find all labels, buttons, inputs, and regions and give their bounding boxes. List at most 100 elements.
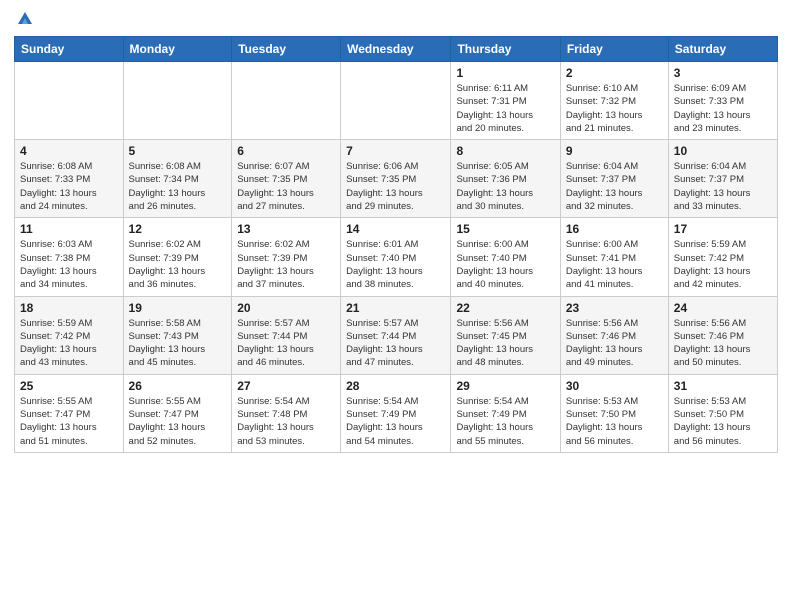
day-number: 22 <box>456 301 554 315</box>
calendar-week-5: 25Sunrise: 5:55 AMSunset: 7:47 PMDayligh… <box>15 374 778 452</box>
calendar-cell: 10Sunrise: 6:04 AMSunset: 7:37 PMDayligh… <box>668 140 777 218</box>
calendar-cell: 23Sunrise: 5:56 AMSunset: 7:46 PMDayligh… <box>560 296 668 374</box>
day-number: 5 <box>129 144 227 158</box>
day-number: 24 <box>674 301 772 315</box>
calendar-cell: 19 Sunrise: 5:58 AMSunset: 7:43 PMDayligh… <box>123 296 232 374</box>
day-info: Sunrise: 5:54 AMSunset: 7:49 PMDaylight:… <box>456 395 554 448</box>
day-number: 10 <box>674 144 772 158</box>
calendar-cell: 1 Sunrise: 6:11 AMSunset: 7:31 PMDaylight… <box>451 62 560 140</box>
calendar-cell: 16Sunrise: 6:00 AMSunset: 7:41 PMDayligh… <box>560 218 668 296</box>
day-number: 2 <box>566 66 663 80</box>
main-container: SundayMondayTuesdayWednesdayThursdayFrid… <box>0 0 792 461</box>
day-number: 19 <box>129 301 227 315</box>
day-info: Sunrise: 5:56 AMSunset: 7:46 PMDaylight:… <box>566 317 663 370</box>
calendar-cell: 12 Sunrise: 6:02 AMSunset: 7:39 PMDayligh… <box>123 218 232 296</box>
calendar-cell: 2 Sunrise: 6:10 AMSunset: 7:32 PMDaylight… <box>560 62 668 140</box>
day-number: 31 <box>674 379 772 393</box>
day-number: 21 <box>346 301 445 315</box>
day-number: 27 <box>237 379 335 393</box>
day-header-friday: Friday <box>560 37 668 62</box>
calendar-header: SundayMondayTuesdayWednesdayThursdayFrid… <box>15 37 778 62</box>
day-header-tuesday: Tuesday <box>232 37 341 62</box>
calendar-cell: 27 Sunrise: 5:54 AMSunset: 7:48 PMDayligh… <box>232 374 341 452</box>
day-info: Sunrise: 6:02 AMSunset: 7:39 PMDaylight:… <box>237 238 335 291</box>
day-info: Sunrise: 5:57 AMSunset: 7:44 PMDaylight:… <box>237 317 335 370</box>
day-number: 29 <box>456 379 554 393</box>
day-info: Sunrise: 5:54 AMSunset: 7:49 PMDaylight:… <box>346 395 445 448</box>
calendar-cell: 6 Sunrise: 6:07 AMSunset: 7:35 PMDaylight… <box>232 140 341 218</box>
day-info: Sunrise: 6:01 AMSunset: 7:40 PMDaylight:… <box>346 238 445 291</box>
calendar-cell: 31 Sunrise: 5:53 AMSunset: 7:50 PMDayligh… <box>668 374 777 452</box>
calendar-cell: 15Sunrise: 6:00 AMSunset: 7:40 PMDayligh… <box>451 218 560 296</box>
day-number: 7 <box>346 144 445 158</box>
day-info: Sunrise: 6:02 AMSunset: 7:39 PMDaylight:… <box>129 238 227 291</box>
day-info: Sunrise: 5:56 AMSunset: 7:45 PMDaylight:… <box>456 317 554 370</box>
day-info: Sunrise: 5:58 AMSunset: 7:43 PMDaylight:… <box>129 317 227 370</box>
day-info: Sunrise: 6:09 AMSunset: 7:33 PMDaylight:… <box>674 82 772 135</box>
calendar-cell: 26Sunrise: 5:55 AMSunset: 7:47 PMDayligh… <box>123 374 232 452</box>
day-header-thursday: Thursday <box>451 37 560 62</box>
day-info: Sunrise: 6:07 AMSunset: 7:35 PMDaylight:… <box>237 160 335 213</box>
calendar-cell: 17 Sunrise: 5:59 AMSunset: 7:42 PMDayligh… <box>668 218 777 296</box>
day-number: 15 <box>456 222 554 236</box>
calendar-table: SundayMondayTuesdayWednesdayThursdayFrid… <box>14 36 778 453</box>
calendar-cell: 3 Sunrise: 6:09 AMSunset: 7:33 PMDaylight… <box>668 62 777 140</box>
day-info: Sunrise: 6:10 AMSunset: 7:32 PMDaylight:… <box>566 82 663 135</box>
day-number: 25 <box>20 379 118 393</box>
calendar-cell <box>341 62 451 140</box>
calendar-cell: 14 Sunrise: 6:01 AMSunset: 7:40 PMDayligh… <box>341 218 451 296</box>
calendar-cell: 4 Sunrise: 6:08 AMSunset: 7:33 PMDaylight… <box>15 140 124 218</box>
day-number: 18 <box>20 301 118 315</box>
calendar-cell: 20Sunrise: 5:57 AMSunset: 7:44 PMDayligh… <box>232 296 341 374</box>
day-info: Sunrise: 6:04 AMSunset: 7:37 PMDaylight:… <box>566 160 663 213</box>
calendar-cell: 29 Sunrise: 5:54 AMSunset: 7:49 PMDayligh… <box>451 374 560 452</box>
day-info: Sunrise: 6:08 AMSunset: 7:33 PMDaylight:… <box>20 160 118 213</box>
day-number: 4 <box>20 144 118 158</box>
day-info: Sunrise: 5:59 AMSunset: 7:42 PMDaylight:… <box>674 238 772 291</box>
calendar-body: 1 Sunrise: 6:11 AMSunset: 7:31 PMDaylight… <box>15 62 778 453</box>
day-number: 17 <box>674 222 772 236</box>
day-info: Sunrise: 5:59 AMSunset: 7:42 PMDaylight:… <box>20 317 118 370</box>
day-number: 11 <box>20 222 118 236</box>
calendar-week-3: 11 Sunrise: 6:03 AMSunset: 7:38 PMDayligh… <box>15 218 778 296</box>
day-number: 26 <box>129 379 227 393</box>
calendar-cell: 24 Sunrise: 5:56 AMSunset: 7:46 PMDayligh… <box>668 296 777 374</box>
day-info: Sunrise: 5:57 AMSunset: 7:44 PMDaylight:… <box>346 317 445 370</box>
day-info: Sunrise: 5:56 AMSunset: 7:46 PMDaylight:… <box>674 317 772 370</box>
calendar-cell <box>123 62 232 140</box>
calendar-week-2: 4 Sunrise: 6:08 AMSunset: 7:33 PMDaylight… <box>15 140 778 218</box>
calendar-week-4: 18 Sunrise: 5:59 AMSunset: 7:42 PMDayligh… <box>15 296 778 374</box>
calendar-cell: 22 Sunrise: 5:56 AMSunset: 7:45 PMDayligh… <box>451 296 560 374</box>
day-number: 13 <box>237 222 335 236</box>
day-info: Sunrise: 6:08 AMSunset: 7:34 PMDaylight:… <box>129 160 227 213</box>
day-number: 6 <box>237 144 335 158</box>
day-number: 1 <box>456 66 554 80</box>
logo-icon <box>16 10 34 28</box>
day-info: Sunrise: 5:54 AMSunset: 7:48 PMDaylight:… <box>237 395 335 448</box>
calendar-cell: 8 Sunrise: 6:05 AMSunset: 7:36 PMDaylight… <box>451 140 560 218</box>
day-number: 9 <box>566 144 663 158</box>
logo <box>14 10 34 28</box>
calendar-cell <box>15 62 124 140</box>
day-info: Sunrise: 6:11 AMSunset: 7:31 PMDaylight:… <box>456 82 554 135</box>
day-number: 12 <box>129 222 227 236</box>
day-header-saturday: Saturday <box>668 37 777 62</box>
day-info: Sunrise: 5:53 AMSunset: 7:50 PMDaylight:… <box>674 395 772 448</box>
day-number: 14 <box>346 222 445 236</box>
day-info: Sunrise: 5:53 AMSunset: 7:50 PMDaylight:… <box>566 395 663 448</box>
day-info: Sunrise: 6:05 AMSunset: 7:36 PMDaylight:… <box>456 160 554 213</box>
day-info: Sunrise: 6:03 AMSunset: 7:38 PMDaylight:… <box>20 238 118 291</box>
calendar-cell: 25Sunrise: 5:55 AMSunset: 7:47 PMDayligh… <box>15 374 124 452</box>
day-number: 8 <box>456 144 554 158</box>
day-number: 28 <box>346 379 445 393</box>
day-header-monday: Monday <box>123 37 232 62</box>
day-header-wednesday: Wednesday <box>341 37 451 62</box>
calendar-cell <box>232 62 341 140</box>
calendar-cell: 28 Sunrise: 5:54 AMSunset: 7:49 PMDayligh… <box>341 374 451 452</box>
day-number: 3 <box>674 66 772 80</box>
day-header-sunday: Sunday <box>15 37 124 62</box>
calendar-week-1: 1 Sunrise: 6:11 AMSunset: 7:31 PMDaylight… <box>15 62 778 140</box>
day-info: Sunrise: 6:00 AMSunset: 7:41 PMDaylight:… <box>566 238 663 291</box>
calendar-cell: 11 Sunrise: 6:03 AMSunset: 7:38 PMDayligh… <box>15 218 124 296</box>
calendar-cell: 5 Sunrise: 6:08 AMSunset: 7:34 PMDaylight… <box>123 140 232 218</box>
